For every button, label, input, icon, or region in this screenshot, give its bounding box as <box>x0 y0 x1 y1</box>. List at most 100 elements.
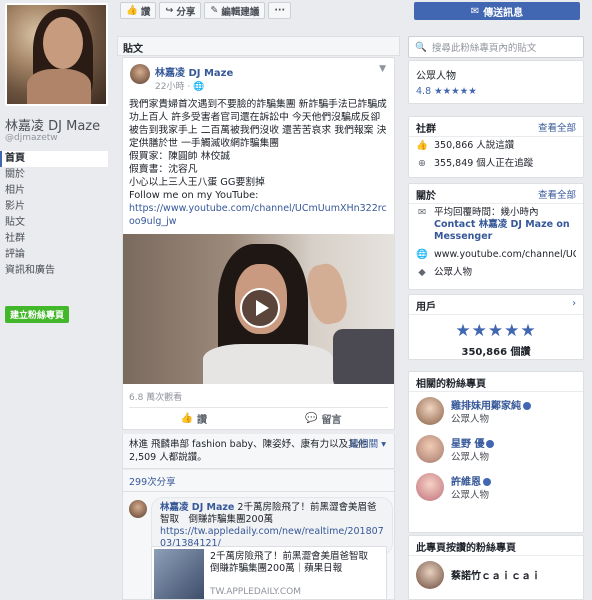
more-options-button[interactable]: ··· <box>268 2 292 19</box>
related-page-avatar[interactable] <box>416 397 444 425</box>
play-icon[interactable] <box>240 288 280 328</box>
community-likes-count: 350,866 人說這讚 <box>434 140 515 151</box>
comment-author-avatar[interactable] <box>129 500 147 518</box>
liked-pages-card: 此專頁按讚的粉絲專頁 蔡諾竹ｃａｉｃａｉ <box>408 535 584 600</box>
liked-page-avatar[interactable] <box>416 561 444 589</box>
post-text: 我們家貴婦首次遇到不要臉的詐騙集團 新詐騙手法已詐騙成功上百人 許多受害者官司還… <box>129 99 387 201</box>
about-category[interactable]: 公眾人物 <box>434 267 472 279</box>
page-name[interactable]: 林嘉凌 DJ Maze <box>5 115 100 134</box>
community-card: 社群 查看全部 👍 350,866 人說這讚 ⊕ 355,849 個人正在追蹤 <box>408 116 584 178</box>
messenger-contact-link[interactable]: Contact 林嘉凌 DJ Maze on Messenger <box>434 219 570 242</box>
liked-page-name[interactable]: 蔡諾竹ｃａｉｃａｉ <box>451 567 541 582</box>
like-page-label: 讚 <box>140 6 151 18</box>
nav-item-posts[interactable]: 貼文 <box>0 215 108 231</box>
post-comment-button[interactable]: 💬 留言 <box>259 411 389 426</box>
nav-item-community[interactable]: 社群 <box>0 231 108 247</box>
post-youtube-link[interactable]: https://www.youtube.com/channel/UCmUumXH… <box>129 202 388 228</box>
search-placeholder: 搜尋此粉絲專頁內的貼文 <box>431 43 537 54</box>
nav-item-videos[interactable]: 影片 <box>0 199 108 215</box>
related-page-item[interactable]: 雞排妹用鄭家純 公眾人物 <box>409 392 583 430</box>
send-message-label: 傳送訊息 <box>483 7 524 19</box>
related-page-avatar[interactable] <box>416 435 444 463</box>
verified-badge-icon <box>483 478 491 486</box>
about-see-all-link[interactable]: 查看全部 <box>538 187 576 201</box>
about-card: 關於 查看全部 ✉ 平均回覆時間：幾小時內 Contact 林嘉凌 DJ Maz… <box>408 183 584 290</box>
post-author-avatar[interactable] <box>130 64 150 84</box>
profile-picture[interactable] <box>5 3 108 106</box>
comment-author-name[interactable]: 林嘉凌 DJ Maze <box>160 502 234 513</box>
post-options-chevron-icon[interactable]: ▼ <box>379 64 386 74</box>
related-page-item[interactable]: 星野 優 公眾人物 <box>409 430 583 468</box>
related-page-name[interactable]: 許維恩 <box>451 473 491 488</box>
comment-sort-dropdown[interactable]: 最相關 ▾ <box>350 438 386 451</box>
suggest-edit-button[interactable]: ✎ 編輯建議 <box>204 2 266 19</box>
page-rating: 4.8 ★★★★★ <box>416 86 576 97</box>
like-page-button[interactable]: 👍 讚 <box>120 2 157 19</box>
post-video[interactable] <box>123 234 394 384</box>
related-page-name[interactable]: 雞排妹用鄭家純 <box>451 397 531 412</box>
community-followers-row: ⊕ 355,849 個人正在追蹤 <box>409 155 583 173</box>
related-pages-header: 相關的粉絲專頁 <box>409 372 583 392</box>
about-category-row: ◆ 公眾人物 <box>409 264 583 282</box>
post-likes-summary: 林進 飛麟串部 fashion baby、陳姿妤、康有力以及其他 2,509 人… <box>122 434 395 469</box>
community-title: 社群 <box>416 124 436 135</box>
nav-item-about[interactable]: 關於 <box>0 167 108 183</box>
related-page-category: 公眾人物 <box>451 490 490 501</box>
about-title: 關於 <box>416 191 436 202</box>
pencil-icon: ✎ <box>210 5 219 16</box>
liked-page-item[interactable]: 蔡諾竹ｃａｉｃａｉ <box>409 556 583 594</box>
followers-icon: ⊕ <box>418 158 426 169</box>
nav-item-photos[interactable]: 相片 <box>0 183 108 199</box>
post-like-button[interactable]: 👍 讚 <box>129 411 259 426</box>
share-page-button[interactable]: ↪ 分享 <box>159 2 202 19</box>
suggest-edit-label: 編輯建議 <box>221 6 260 18</box>
nav-item-info-ads[interactable]: 資訊和廣告 <box>0 263 108 279</box>
post-timestamp[interactable]: 22小時 · 🌐 <box>155 79 204 92</box>
search-icon: 🔍 <box>415 41 427 53</box>
share-icon: ↪ <box>165 5 174 16</box>
left-column: 林嘉凌 DJ Maze @djmazetw 首頁 關於 相片 影片 貼文 社群 … <box>0 0 112 600</box>
page-category[interactable]: 公眾人物 <box>416 67 576 82</box>
likes-text[interactable]: 林進 飛麟串部 fashion baby、陳姿妤、康有力以及其他 2,509 人… <box>129 439 367 463</box>
liked-pages-header: 此專頁按讚的粉絲專頁 <box>409 536 583 556</box>
send-message-button[interactable]: ✉ 傳送訊息 <box>414 2 580 20</box>
community-see-all-link[interactable]: 查看全部 <box>538 120 576 134</box>
response-time-row: ✉ 平均回覆時間：幾小時內 Contact 林嘉凌 DJ Maze on Mes… <box>409 204 583 246</box>
related-page-category: 公眾人物 <box>451 452 490 463</box>
link-preview-card[interactable]: 2千萬房險飛了！前黑澀會美眉爸智取 倒賺詐騙集團200萬｜蘋果日報 TW.APP… <box>151 546 387 600</box>
more-options-label: ··· <box>274 5 286 16</box>
comment-section: 林嘉凌 DJ Maze 2千萬房險飛了！前黑澀會美眉爸智取 倒賺詐騙集團200萬… <box>122 492 395 600</box>
community-header: 社群 查看全部 <box>409 117 583 137</box>
related-page-item[interactable]: 許維恩 公眾人物 <box>409 468 583 506</box>
response-time: 平均回覆時間：幾小時內 <box>434 207 539 218</box>
nav-item-home[interactable]: 首頁 <box>0 151 108 167</box>
nav-item-reviews[interactable]: 評論 <box>0 247 108 263</box>
about-header: 關於 查看全部 <box>409 184 583 204</box>
post-actions: 👍 讚 💬 留言 <box>129 407 388 429</box>
post-author-name[interactable]: 林嘉凌 DJ Maze <box>155 64 233 79</box>
youtube-link[interactable]: www.youtube.com/channel/UCm <box>434 249 576 261</box>
share-page-label: 分享 <box>176 6 196 18</box>
page-action-bar: 👍 讚 ↪ 分享 ✎ 編輯建議 ··· <box>120 2 292 20</box>
post-timestamp-label: 22小時 <box>155 82 185 92</box>
related-page-name[interactable]: 星野 優 <box>451 435 495 450</box>
thumbs-up-icon: 👍 <box>416 140 428 151</box>
post-header: 林嘉凌 DJ Maze 22小時 · 🌐 ▼ <box>123 58 394 98</box>
messenger-icon: ✉ <box>470 5 480 17</box>
create-page-button[interactable]: 建立粉絲專頁 <box>5 306 70 323</box>
globe-icon: 🌐 <box>416 249 428 260</box>
community-likes-row: 👍 350,866 人說這讚 <box>409 137 583 155</box>
post-body: 我們家貴婦首次遇到不要臉的詐騙集團 新詐騙手法已詐騙成功上百人 許多受害者官司還… <box>123 98 394 228</box>
thumbs-up-icon: 👍 <box>180 413 193 424</box>
page-handle[interactable]: @djmazetw <box>5 133 58 143</box>
chevron-right-icon[interactable]: › <box>572 298 576 309</box>
post-share-count[interactable]: 299次分享 <box>122 470 395 492</box>
page-post-search[interactable]: 🔍 搜尋此粉絲專頁內的貼文 <box>408 36 584 58</box>
globe-icon: · 🌐 <box>187 82 205 92</box>
thumbs-up-icon: 👍 <box>126 5 138 16</box>
comment-sort-label: 最相關 <box>349 439 379 450</box>
post-like-label: 讚 <box>196 415 207 426</box>
messenger-icon: ✉ <box>418 207 426 218</box>
link-preview-domain: TW.APPLEDAILY.COM <box>210 587 302 597</box>
related-page-avatar[interactable] <box>416 473 444 501</box>
